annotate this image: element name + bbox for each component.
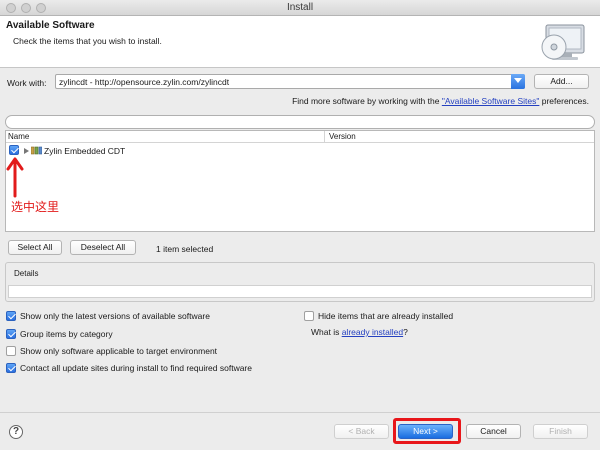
available-sites-link[interactable]: "Available Software Sites": [442, 96, 540, 106]
finish-button[interactable]: Finish: [533, 424, 588, 439]
add-site-button[interactable]: Add...: [534, 74, 589, 89]
expand-triangle-icon[interactable]: [24, 148, 29, 154]
back-button[interactable]: < Back: [334, 424, 389, 439]
select-all-button[interactable]: Select All: [8, 240, 62, 255]
details-label: Details: [14, 269, 39, 278]
work-with-combo[interactable]: zylincdt - http://opensource.zylin.com/z…: [55, 74, 525, 89]
tree-row[interactable]: Zylin Embedded CDT: [6, 145, 594, 157]
wizard-header: Available Software Check the items that …: [0, 16, 600, 68]
what-is-installed: What is already installed?: [311, 327, 408, 337]
category-icon: [31, 146, 42, 155]
software-tree[interactable]: Name Version Zylin Embedded CDT: [5, 130, 595, 232]
column-version[interactable]: Version: [329, 132, 356, 141]
target-env-checkbox[interactable]: [6, 346, 16, 356]
next-button-highlight: [393, 418, 461, 444]
window-title: Install: [286, 2, 314, 13]
group-by-category-checkbox[interactable]: [6, 329, 16, 339]
annotation-note: 选中这里: [11, 200, 60, 214]
column-name[interactable]: Name: [8, 132, 29, 141]
already-installed-link[interactable]: already installed: [342, 327, 403, 337]
details-group: Details: [5, 262, 595, 302]
item-checkbox[interactable]: [9, 145, 19, 155]
selection-status: 1 item selected: [156, 244, 214, 254]
work-with-value: zylincdt - http://opensource.zylin.com/z…: [59, 77, 230, 87]
item-label: Zylin Embedded CDT: [44, 146, 126, 156]
contact-sites-checkbox[interactable]: [6, 363, 16, 373]
install-wizard-icon: [541, 24, 585, 60]
red-arrow-icon: [6, 157, 24, 198]
window-titlebar: Install: [0, 0, 600, 16]
tree-header: Name Version: [6, 131, 594, 143]
help-icon[interactable]: ?: [9, 425, 23, 439]
work-with-label: Work with:: [7, 78, 47, 88]
page-title: Available Software: [6, 20, 95, 31]
latest-only-checkbox[interactable]: [6, 311, 16, 321]
deselect-all-button[interactable]: Deselect All: [70, 240, 136, 255]
cancel-button[interactable]: Cancel: [466, 424, 521, 439]
hide-installed-checkbox[interactable]: [304, 311, 314, 321]
footer-divider: [0, 412, 600, 413]
details-field[interactable]: [8, 285, 592, 298]
find-more-line: Find more software by working with the "…: [292, 96, 589, 106]
filter-input[interactable]: [5, 115, 595, 129]
chevron-down-icon[interactable]: [511, 74, 525, 89]
page-subtitle: Check the items that you wish to install…: [13, 36, 162, 46]
